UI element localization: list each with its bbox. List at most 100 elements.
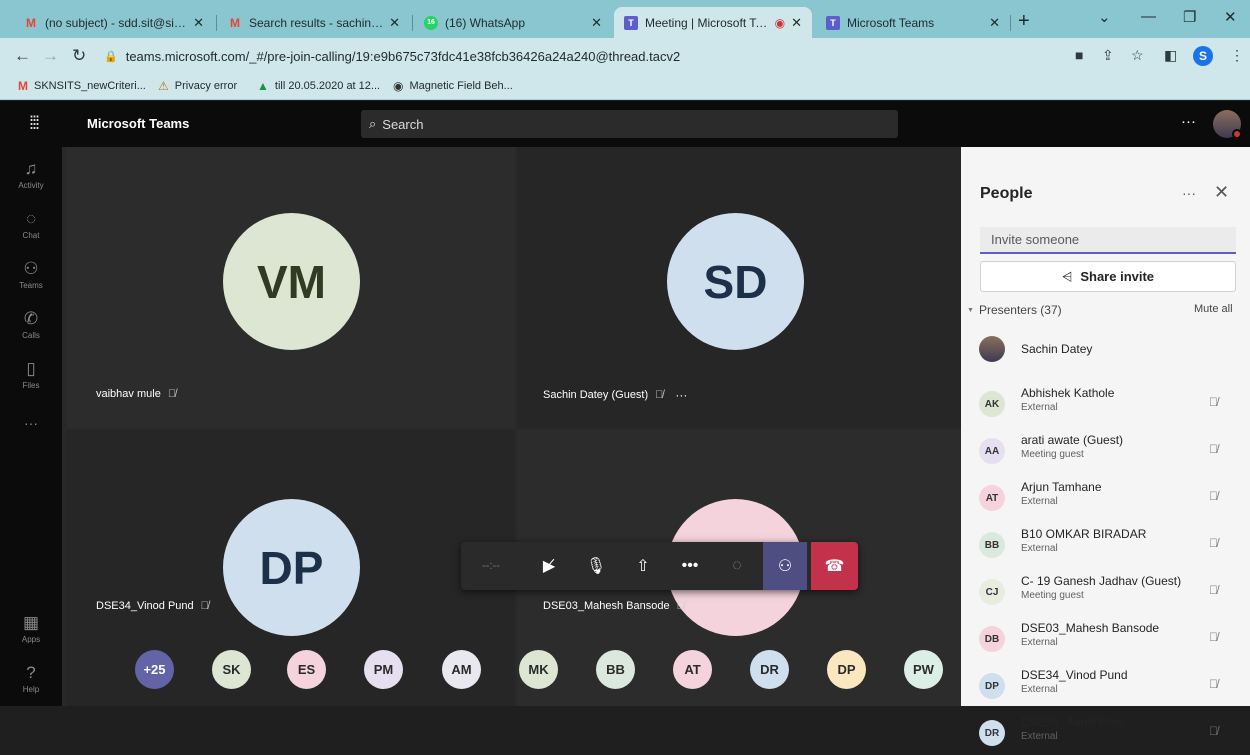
rail-item-activity[interactable]: ♫ Activity: [0, 159, 62, 190]
browser-tab[interactable]: T Microsoft Teams ✕: [816, 7, 1010, 38]
bookmark-item[interactable]: ⚠ Privacy error: [158, 79, 237, 93]
rail-more[interactable]: ···: [0, 415, 62, 431]
share-icon[interactable]: ⇪: [1102, 47, 1114, 64]
overflow-avatar[interactable]: BB: [596, 650, 635, 689]
rail-item-help[interactable]: ? Help: [0, 663, 62, 694]
browser-tab[interactable]: 16 (16) WhatsApp ✕: [414, 7, 612, 38]
video-tile[interactable]: VM vaibhav mule 🎙̸: [67, 147, 515, 428]
bookmark-item[interactable]: M SKNSITS_newCriteri...: [18, 79, 146, 93]
overflow-avatar[interactable]: PW: [904, 650, 943, 689]
menu-icon[interactable]: ⋮: [1230, 47, 1244, 64]
minimize-icon[interactable]: —: [1141, 8, 1156, 25]
url-field[interactable]: 🔒 teams.microsoft.com/_#/pre-join-callin…: [104, 43, 1034, 69]
rail-item-teams[interactable]: ⚇ Teams: [0, 259, 62, 290]
overflow-avatar[interactable]: ES: [287, 650, 326, 689]
more-options-icon[interactable]: ···: [1182, 185, 1196, 201]
new-tab-icon[interactable]: +: [1018, 10, 1030, 33]
search-input[interactable]: ⌕ Search: [361, 110, 898, 138]
overflow-avatar[interactable]: AM: [442, 650, 481, 689]
participant-row[interactable]: BB B10 OMKAR BIRADAR External 🎙̸: [961, 521, 1250, 567]
hang-up-button[interactable]: ☎: [811, 542, 858, 590]
mic-off-icon[interactable]: 🎙̸: [1209, 536, 1218, 550]
mic-off-icon[interactable]: 🎙̸: [1209, 442, 1218, 456]
star-icon[interactable]: ☆: [1131, 47, 1144, 64]
participant-name: DSE34_Vinod Pund: [1021, 668, 1128, 682]
chat-button[interactable]: ◌: [719, 542, 755, 590]
share-screen-button[interactable]: ⇧: [625, 542, 661, 590]
gmail-icon: M: [18, 79, 28, 93]
presenters-section-header[interactable]: ▼ Presenters (37): [967, 303, 1062, 317]
mic-off-icon[interactable]: 🎙̸: [1209, 724, 1218, 738]
rail-item-chat[interactable]: ◌ Chat: [0, 209, 62, 240]
close-icon[interactable]: ✕: [591, 15, 602, 31]
overflow-avatar[interactable]: PM: [364, 650, 403, 689]
participant-row[interactable]: Sachin Datey: [961, 333, 1250, 379]
participant-row[interactable]: AT Arjun Tamhane External 🎙̸: [961, 474, 1250, 520]
close-window-icon[interactable]: ✕: [1224, 8, 1237, 26]
close-icon[interactable]: ✕: [989, 15, 1000, 31]
overflow-avatar[interactable]: DP: [827, 650, 866, 689]
back-icon[interactable]: ←: [14, 46, 31, 66]
browser-tab-active[interactable]: T Meeting | Microsoft Tean ◉ ✕: [614, 7, 812, 38]
people-button[interactable]: ⚇: [763, 542, 807, 590]
more-actions-button[interactable]: •••: [672, 542, 708, 590]
close-icon[interactable]: ✕: [389, 15, 400, 31]
invite-input[interactable]: [980, 227, 1236, 254]
bookmark-item[interactable]: ◉ Magnetic Field Beh...: [393, 79, 513, 93]
participant-row[interactable]: DP DSE34_Vinod Pund External 🎙̸: [961, 662, 1250, 708]
close-icon[interactable]: ✕: [791, 15, 802, 31]
more-options-icon[interactable]: ···: [1181, 113, 1196, 130]
browser-tab[interactable]: M Search results - sachin.datey ✕: [218, 7, 410, 38]
avatar[interactable]: [1213, 110, 1242, 139]
close-icon[interactable]: ✕: [1214, 182, 1229, 203]
chevron-down-icon[interactable]: ⌄: [1098, 8, 1111, 26]
rail-item-apps[interactable]: ▦ Apps: [0, 613, 62, 644]
video-tile[interactable]: SD Sachin Datey (Guest) 🎙̸ ···: [517, 147, 961, 428]
participant-role: External: [1021, 684, 1058, 695]
bookmark-label: Magnetic Field Beh...: [409, 80, 513, 92]
bookmark-item[interactable]: ▲ till 20.05.2020 at 12...: [257, 79, 380, 93]
overflow-avatar[interactable]: SK: [212, 650, 251, 689]
mute-all-button[interactable]: Mute all: [1194, 303, 1233, 315]
chevron-down-icon: ▼: [967, 306, 974, 314]
mic-off-icon[interactable]: 🎙̸: [1209, 489, 1218, 503]
camera-off-button[interactable]: ▶̸: [531, 542, 567, 590]
profile-avatar[interactable]: S: [1193, 46, 1213, 66]
phone-icon: ✆: [23, 309, 39, 328]
rail-item-files[interactable]: ▯ Files: [0, 359, 62, 390]
more-options-icon: •••: [681, 557, 699, 574]
participant-row[interactable]: AA arati awate (Guest) Meeting guest 🎙̸: [961, 427, 1250, 473]
overflow-avatar[interactable]: MK: [519, 650, 558, 689]
participant-row[interactable]: AK Abhishek Kathole External 🎙̸: [961, 380, 1250, 426]
participant-row[interactable]: DR DSE36_Aaditi Rote External 🎙̸: [961, 709, 1250, 755]
browser-tab[interactable]: M (no subject) - sdd.sit@sinhga ✕: [14, 7, 214, 38]
sidepanel-icon[interactable]: ◧: [1164, 47, 1177, 64]
avatar: DR: [979, 720, 1005, 746]
share-invite-button[interactable]: ⩤ Share invite: [980, 261, 1236, 292]
reload-icon[interactable]: ↻: [72, 46, 86, 66]
participant-row[interactable]: DB DSE03_Mahesh Bansode External 🎙̸: [961, 615, 1250, 661]
presence-busy-icon: [1232, 129, 1242, 139]
share-invite-label: Share invite: [1080, 269, 1155, 284]
rail-item-calls[interactable]: ✆ Calls: [0, 309, 62, 340]
mic-off-icon[interactable]: 🎙̸: [1209, 630, 1218, 644]
close-icon[interactable]: ✕: [193, 15, 204, 31]
overflow-avatar[interactable]: DR: [750, 650, 789, 689]
more-options-icon[interactable]: ···: [675, 388, 687, 402]
mic-off-icon[interactable]: 🎙̸: [1209, 677, 1218, 691]
section-label: Presenters (37): [978, 303, 1062, 317]
mic-button[interactable]: 🎙: [578, 542, 614, 590]
restore-icon[interactable]: ❐: [1183, 8, 1196, 26]
camera-icon[interactable]: ■: [1075, 47, 1083, 63]
avatar: AK: [979, 391, 1005, 417]
mic-off-icon[interactable]: 🎙̸: [1209, 583, 1218, 597]
overflow-avatar[interactable]: AT: [673, 650, 712, 689]
overflow-avatar[interactable]: +25: [135, 650, 174, 689]
meeting-stage: VM vaibhav mule 🎙̸ SD Sachin Datey (Gues…: [62, 147, 961, 706]
app-launcher-icon[interactable]: ⁞⁞⁞: [29, 113, 40, 134]
mic-off-icon[interactable]: 🎙̸: [1209, 395, 1218, 409]
forward-icon[interactable]: →: [42, 46, 59, 66]
rail-label: Chat: [22, 231, 40, 240]
participant-row[interactable]: CJ C- 19 Ganesh Jadhav (Guest) Meeting gue…: [961, 568, 1250, 614]
mic-off-icon: 🎙̸: [655, 389, 664, 401]
